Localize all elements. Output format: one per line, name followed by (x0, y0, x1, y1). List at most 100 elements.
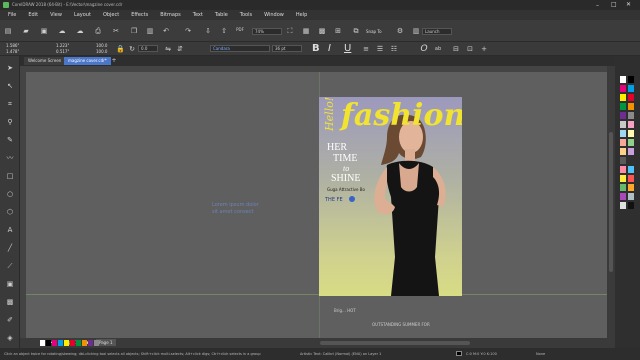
launch-select[interactable]: Launch (422, 28, 452, 35)
menu-help[interactable]: Help (296, 12, 307, 18)
text-horizontal-icon[interactable]: ⊡ (466, 45, 474, 53)
vertical-scrollbar[interactable] (607, 72, 615, 338)
italic-button[interactable]: I (328, 43, 331, 54)
cover-to-text[interactable]: to (343, 165, 349, 173)
cover-time-text[interactable]: TIME (333, 154, 357, 164)
cloud-upload-icon[interactable]: ☁ (76, 27, 84, 35)
palette-swatch[interactable] (628, 175, 634, 182)
menu-effects[interactable]: Effects (131, 12, 148, 18)
document-palette-swatch[interactable] (58, 340, 63, 346)
maximize-button[interactable]: □ (611, 1, 617, 8)
full-screen-icon[interactable]: ⛶ (286, 27, 294, 35)
text-tool-icon[interactable]: A (6, 226, 14, 234)
open-icon[interactable]: ▰ (22, 27, 30, 35)
palette-swatch[interactable] (628, 130, 634, 137)
palette-swatch[interactable] (628, 85, 634, 92)
options-gear-icon[interactable]: ⚙ (396, 27, 404, 35)
rectangle-tool-icon[interactable]: □ (6, 172, 14, 180)
palette-swatch[interactable] (620, 121, 626, 128)
pick-tool-icon[interactable]: ➤ (6, 64, 14, 72)
menu-layout[interactable]: Layout (74, 12, 91, 18)
parallel-dimension-icon[interactable]: ╱ (6, 244, 14, 252)
import-icon[interactable]: ⇩ (204, 27, 212, 35)
add-icon[interactable]: + (480, 45, 488, 53)
horizontal-scrollbar-thumb[interactable] (320, 341, 470, 345)
grid-icon[interactable]: ▩ (318, 27, 326, 35)
palette-swatch[interactable] (620, 139, 626, 146)
document-palette-swatch[interactable] (76, 340, 81, 346)
rotate-icon[interactable]: ↻ (128, 45, 136, 53)
new-document-icon[interactable]: ▤ (4, 27, 12, 35)
palette-swatch[interactable] (628, 193, 634, 200)
palette-swatch[interactable] (620, 157, 626, 164)
font-family-select[interactable]: Candara (210, 45, 270, 52)
cover-fashion-title[interactable]: fashion (341, 101, 462, 131)
angle-field[interactable]: 0.0 (138, 45, 158, 52)
document-palette-swatch[interactable] (82, 340, 87, 346)
menu-bitmaps[interactable]: Bitmaps (160, 12, 181, 18)
menu-edit[interactable]: Edit (28, 12, 38, 18)
palette-swatch[interactable] (620, 193, 626, 200)
print-icon[interactable]: ⎙ (94, 27, 102, 35)
text-align-icon[interactable]: ≡ (362, 45, 370, 53)
height-field[interactable]: 0.517" (56, 49, 69, 54)
cover-below-text-2[interactable]: OUTSTANDING SUMMER FOR (372, 322, 430, 327)
menu-text[interactable]: Text (193, 12, 203, 18)
x-position-field[interactable]: 1.586" (6, 43, 19, 48)
cover-hello-text[interactable]: Hello! (323, 97, 336, 131)
menu-table[interactable]: Table (215, 12, 228, 18)
magazine-cover-page[interactable]: Hello! fashion HER TIME to SHINE Guga At… (319, 97, 462, 296)
drawing-canvas[interactable]: Lorem ipsum dolor sit amet consect (26, 72, 607, 338)
new-tab-icon[interactable]: + (110, 57, 118, 65)
save-icon[interactable]: ▣ (40, 27, 48, 35)
bold-button[interactable]: B (312, 43, 320, 54)
palette-swatch[interactable] (620, 202, 626, 209)
freehand-tool-icon[interactable]: ✎ (6, 136, 14, 144)
zoom-tool-icon[interactable]: ⚲ (6, 118, 14, 126)
palette-swatch[interactable] (628, 148, 634, 155)
palette-swatch[interactable] (620, 130, 626, 137)
shape-tool-icon[interactable]: ↖ (6, 82, 14, 90)
minimize-button[interactable]: – (596, 2, 599, 9)
numbered-list-icon[interactable]: ☷ (390, 45, 398, 53)
palette-swatch[interactable] (620, 166, 626, 173)
palette-swatch[interactable] (628, 103, 634, 110)
export-icon[interactable]: ⇧ (220, 27, 228, 35)
cover-below-text-1[interactable]: Brig... HOT (334, 308, 356, 313)
tab-document[interactable]: magzine cover.cdr* (64, 57, 111, 65)
mirror-horizontal-icon[interactable]: ⇋ (164, 45, 172, 53)
placeholder-text-1[interactable]: Lorem ipsum dolor (212, 202, 259, 208)
eyedropper-icon[interactable]: ✐ (6, 316, 14, 324)
document-palette-swatch[interactable] (94, 340, 99, 346)
document-palette-swatch[interactable] (40, 340, 45, 346)
bullet-list-icon[interactable]: ☰ (376, 45, 384, 53)
document-palette-swatch[interactable] (88, 340, 93, 346)
document-palette-swatch[interactable] (52, 340, 57, 346)
document-palette-swatch[interactable] (70, 340, 75, 346)
palette-swatch[interactable] (620, 148, 626, 155)
undo-icon[interactable]: ↶ (162, 27, 170, 35)
palette-swatch[interactable] (628, 139, 634, 146)
scale-width-field[interactable]: 100.0 (96, 43, 107, 48)
document-palette-swatch[interactable] (46, 340, 51, 346)
cover-shine-text[interactable]: SHINE (331, 174, 360, 184)
lock-ratio-icon[interactable]: 🔒 (116, 45, 125, 53)
connector-tool-icon[interactable]: ⟋ (6, 262, 14, 270)
launch-icon[interactable]: ▥ (412, 27, 420, 35)
pdf-icon[interactable]: PDF (236, 26, 244, 34)
palette-swatch[interactable] (628, 202, 634, 209)
snap-icon[interactable]: ⧉ (352, 27, 360, 35)
close-button[interactable]: ✕ (626, 1, 631, 8)
menu-file[interactable]: File (8, 12, 16, 18)
mirror-vertical-icon[interactable]: ⇵ (176, 45, 184, 53)
fill-color-indicator[interactable] (456, 351, 462, 356)
scrollbar-thumb[interactable] (609, 132, 613, 272)
copy-icon[interactable]: ❐ (130, 27, 138, 35)
edit-text-icon[interactable]: ab (434, 45, 442, 53)
menu-view[interactable]: View (50, 12, 62, 18)
polygon-tool-icon[interactable]: ⬡ (6, 208, 14, 216)
palette-swatch[interactable] (620, 112, 626, 119)
cover-her-text[interactable]: HER (327, 143, 347, 153)
palette-swatch[interactable] (620, 76, 626, 83)
outline-none-indicator[interactable]: None (536, 352, 545, 356)
